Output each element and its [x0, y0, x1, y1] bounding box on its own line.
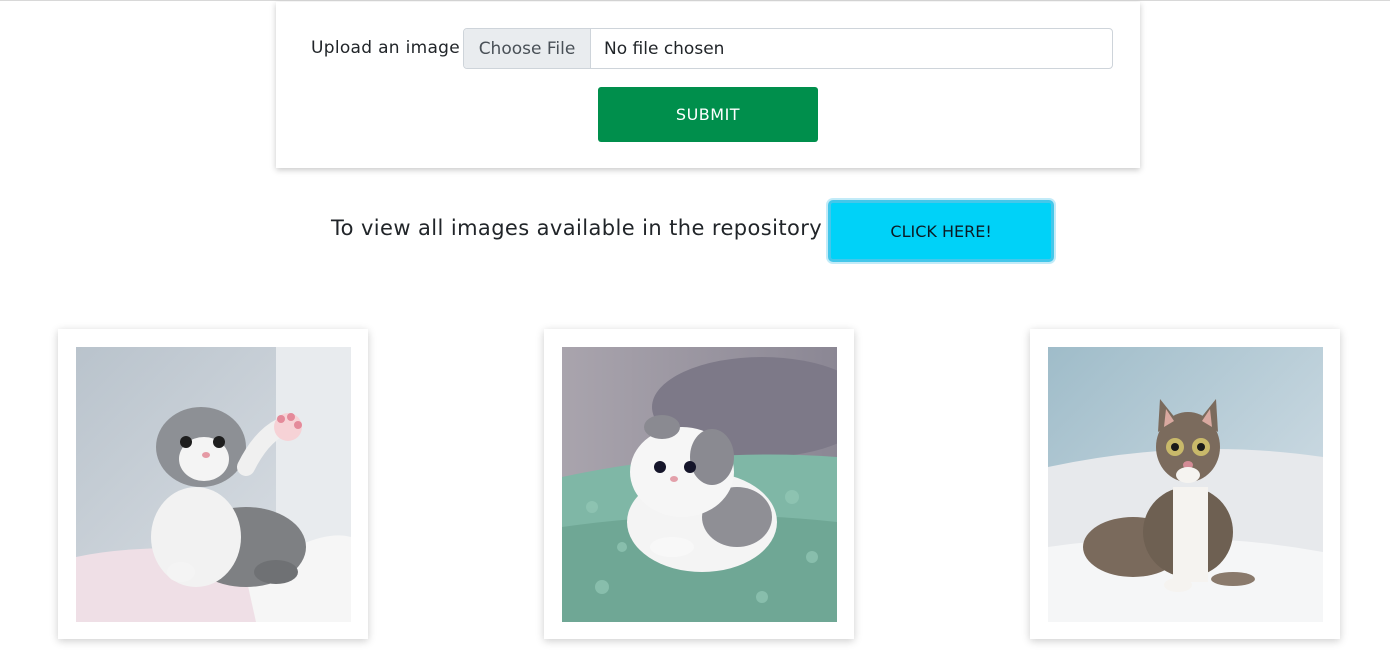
gallery-image-frame-2 — [544, 329, 854, 639]
view-repository-button[interactable]: CLICK HERE! — [828, 200, 1055, 262]
upload-label: Upload an image — [311, 38, 461, 58]
gallery-image-frame-3 — [1030, 329, 1340, 639]
gallery-image-frame-1 — [58, 329, 368, 639]
file-input[interactable]: Choose File No file chosen — [463, 28, 1113, 69]
top-border — [0, 0, 1390, 1]
cat-photo-3 — [1048, 347, 1323, 622]
upload-form-card: Upload an image Choose File No file chos… — [276, 2, 1140, 168]
submit-button[interactable]: SUBMIT — [598, 87, 818, 142]
choose-file-button[interactable]: Choose File — [464, 29, 591, 68]
repository-prompt: To view all images available in the repo… — [331, 216, 823, 240]
kitten-photo-1 — [76, 347, 351, 622]
file-status-text: No file chosen — [604, 38, 725, 59]
kitten-photo-2 — [562, 347, 837, 622]
repository-row: To view all images available in the repo… — [331, 200, 1055, 262]
